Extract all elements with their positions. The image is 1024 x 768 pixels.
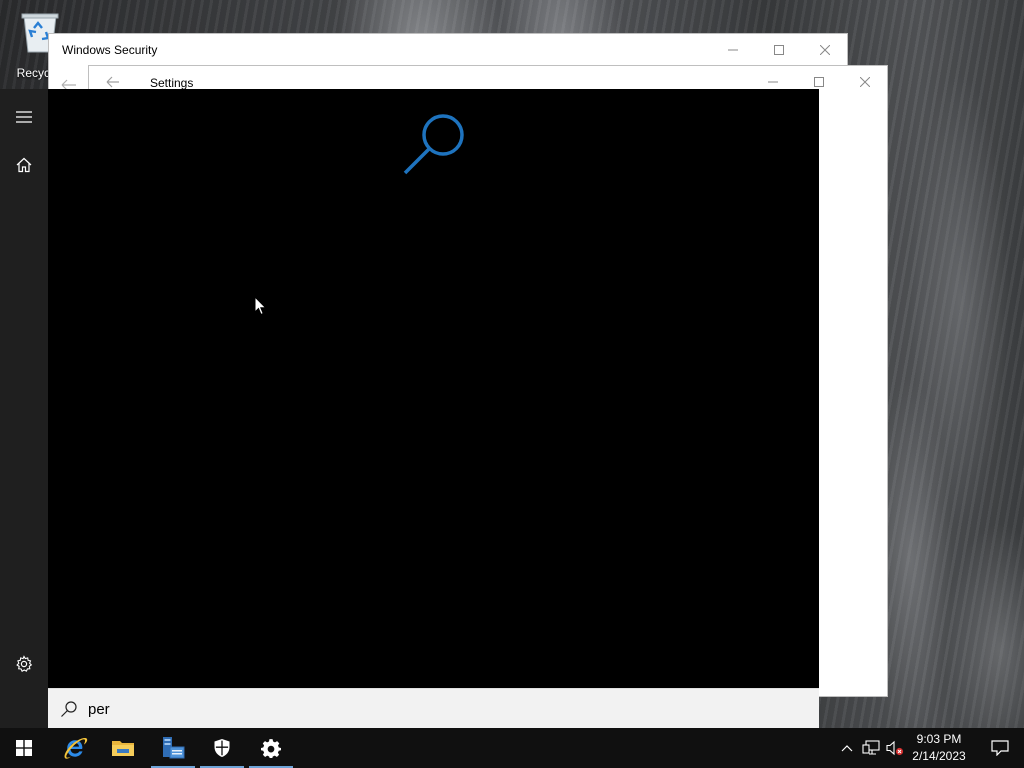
notification-icon xyxy=(991,740,1009,756)
minimize-button[interactable] xyxy=(718,38,748,62)
clock-date: 2/14/2023 xyxy=(912,749,966,763)
server-manager-icon xyxy=(163,737,185,759)
network-icon xyxy=(862,740,880,755)
home-button[interactable] xyxy=(0,145,48,185)
volume-button[interactable] xyxy=(885,738,905,758)
folder-icon xyxy=(112,741,134,756)
maximize-button[interactable] xyxy=(764,38,794,62)
settings-taskbar-button[interactable] xyxy=(247,728,295,768)
action-center-button[interactable] xyxy=(976,728,1024,768)
close-button[interactable] xyxy=(850,70,880,94)
server-manager-button[interactable] xyxy=(149,728,197,768)
gear-icon xyxy=(16,655,33,672)
start-menu-rail xyxy=(0,89,48,728)
window-title: Settings xyxy=(150,76,194,90)
close-button[interactable] xyxy=(810,38,840,62)
clock-time: 9:03 PM xyxy=(916,732,962,746)
minimize-icon xyxy=(768,81,778,83)
maximize-icon xyxy=(774,45,784,55)
file-explorer-button[interactable] xyxy=(99,728,147,768)
start-button[interactable] xyxy=(0,728,48,768)
chevron-up-icon xyxy=(841,745,853,752)
search-box[interactable] xyxy=(48,688,819,728)
windows-security-button[interactable] xyxy=(198,728,246,768)
show-hidden-icons-button[interactable] xyxy=(837,738,857,758)
network-button[interactable] xyxy=(861,738,881,758)
home-icon xyxy=(16,157,32,173)
mouse-cursor-icon xyxy=(254,296,267,316)
close-icon xyxy=(820,45,830,55)
maximize-icon xyxy=(814,77,824,87)
expand-menu-button[interactable] xyxy=(0,97,48,137)
search-icon xyxy=(403,114,464,175)
hamburger-icon xyxy=(16,111,32,123)
close-icon xyxy=(860,77,870,87)
ie-icon xyxy=(64,738,88,759)
search-icon xyxy=(61,701,77,717)
internet-explorer-button[interactable] xyxy=(51,728,99,768)
settings-button[interactable] xyxy=(0,644,48,684)
back-arrow-icon[interactable] xyxy=(106,76,120,88)
taskbar: 9:03 PM 2/14/2023 xyxy=(0,728,1024,768)
volume-muted-icon xyxy=(886,740,904,756)
shield-icon xyxy=(214,739,230,757)
taskbar-clock[interactable]: 9:03 PM 2/14/2023 xyxy=(906,731,972,765)
search-results-panel xyxy=(48,89,819,688)
window-title: Windows Security xyxy=(62,43,158,57)
gear-icon xyxy=(261,739,281,758)
windows-logo-icon xyxy=(16,740,32,756)
search-input[interactable] xyxy=(88,697,788,721)
minimize-icon xyxy=(728,49,738,51)
